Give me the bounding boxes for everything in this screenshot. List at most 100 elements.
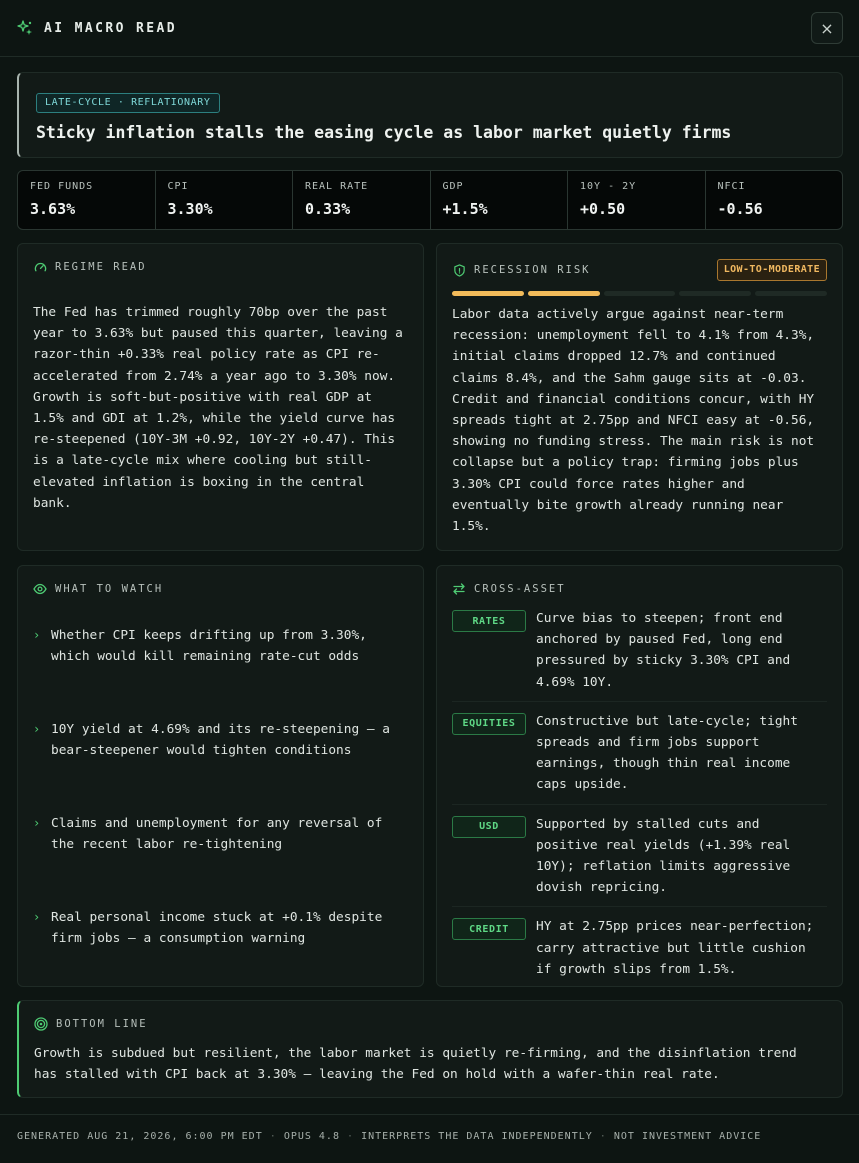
list-item: › 10Y yield at 4.69% and its re-steepeni… [33,719,408,813]
what-to-watch-card: WHAT TO WATCH › Whether CPI keeps drifti… [17,565,424,987]
text-line: 10Y); reflation limits aggressive [536,859,791,875]
text-line: firm jobs — a consumption warning [51,931,306,947]
text-line: carry attractive but little cushion [536,940,806,956]
close-icon: × [820,18,834,38]
card-title: WHAT TO WATCH [55,583,164,595]
metric-value: 0.33% [305,200,351,218]
text-line: Credit and financial conditions concur, … [452,391,815,407]
text-line: which would kill remaining rate-cut odds [51,649,360,665]
text-line: Growth is soft-but-positive with real GD… [33,389,372,405]
chevron-right-icon: › [33,910,41,924]
metrics-strip: FED FUNDS 3.63% CPI 3.30% REAL RATE 0.33… [17,170,843,230]
text-line: claims 8.4%, and the Sahm gauge sits at … [452,370,807,386]
cross-asset-card: CROSS-ASSET RATES Curve bias to steepen;… [436,565,843,987]
text-line: 4.69% 10Y. [536,674,614,690]
text-line: has stalled with CPI back at 3.30% — lea… [34,1067,720,1083]
card-title: REGIME READ [55,261,147,273]
generated-timestamp: GENERATED AUG 21, 2026, 6:00 PM EDT [17,1131,263,1142]
text-line: elevated inflation is boxing in the cent… [33,474,365,490]
text-line: spreads and firm jobs support [536,735,760,751]
text-line: Growth is subdued but resilient, the lab… [34,1046,797,1061]
text-line: positive real yields (+1.39% real [536,837,791,853]
risk-meter-segment [679,291,752,296]
footer-separator: · [347,1131,355,1142]
text-line: bank. [33,495,72,511]
footer-separator: · [599,1131,607,1142]
text-line: recession: unemployment fell to 4.1% fro… [452,328,815,344]
bottom-line-text: Growth is subdued but resilient, the lab… [34,1043,827,1085]
metric-cpi: CPI 3.30% [156,171,293,229]
card-title: BOTTOM LINE [56,1018,148,1030]
watch-list: › Whether CPI keeps drifting up from 3.3… [33,625,408,1001]
text-line: re-steepened (10Y-3M +0.92, 10Y-2Y +0.47… [33,432,396,448]
card-header: CROSS-ASSET [452,582,827,596]
metric-label: FED FUNDS [30,181,94,192]
model-name: OPUS 4.8 [283,1131,340,1142]
footer-separator: · [269,1131,277,1142]
list-item: › Claims and unemployment for any revers… [33,813,408,907]
text-line: Labor data actively argue against near-t… [452,307,784,322]
text-line: Claims and unemployment for any reversal… [51,816,383,831]
recession-risk-card: RECESSION RISK LOW-TO-MODERATE Labor dat… [436,243,843,551]
chevron-right-icon: › [33,816,41,830]
card-title: CROSS-ASSET [474,583,566,595]
card-title: RECESSION RISK [474,264,591,276]
asset-row-usd: USD Supported by stalled cuts and positi… [452,814,827,908]
risk-meter-segment [603,291,676,296]
text-line: razor-thin +0.33% real policy rate as CP… [33,347,380,363]
asset-row-equities: EQUITIES Constructive but late-cycle; ti… [452,711,827,805]
footer-note: INTERPRETS THE DATA INDEPENDENTLY [361,1131,593,1142]
text-line: 3.30% CPI could force rates higher and [452,476,745,492]
risk-meter-segment [452,291,524,296]
text-line: HY at 2.75pp prices near-perfection; [536,919,814,935]
text-line: dovish repricing. [536,880,667,896]
risk-meter [452,291,827,296]
metric-value: +1.5% [442,200,488,218]
asset-row-rates: RATES Curve bias to steepen; front end a… [452,608,827,702]
metric-value: 3.30% [167,200,213,218]
metric-gdp: GDP +1.5% [431,171,568,229]
metric-fed-funds: FED FUNDS 3.63% [18,171,156,229]
panel-header: AI MACRO READ × [0,0,859,57]
text-line: pressured by sticky 3.30% CPI and [536,653,791,669]
regime-read-card: REGIME READ The Fed has trimmed roughly … [17,243,424,551]
text-line: spreads tight at 2.75pp and NFCI easy at… [452,413,815,429]
text-line: if growth slips from 1.5%. [536,961,737,977]
target-icon [34,1017,48,1031]
asset-tag: EQUITIES [452,712,526,735]
text-line: Curve bias to steepen; front end [536,611,783,626]
list-item: › Whether CPI keeps drifting up from 3.3… [33,625,408,719]
text-line: anchored by paused Fed, long end [536,632,783,648]
regime-read-text: The Fed has trimmed roughly 70bp over th… [33,302,408,514]
arrows-swap-icon [452,582,466,596]
risk-meter-segment [527,291,600,296]
eye-icon [33,582,47,596]
panel-footer: GENERATED AUG 21, 2026, 6:00 PM EDT · OP… [0,1114,859,1163]
asset-tag: CREDIT [452,918,526,941]
shield-icon [452,263,466,277]
metric-label: CPI [167,181,189,192]
metric-label: REAL RATE [305,181,369,192]
card-header: REGIME READ [33,260,408,274]
metric-label: NFCI [717,181,746,192]
card-title-group: RECESSION RISK [452,263,591,277]
regime-tag: LATE-CYCLE · REFLATIONARY [36,93,220,113]
asset-list: RATES Curve bias to steepen; front end a… [452,608,827,988]
bottom-line-card: BOTTOM LINE Growth is subdued but resili… [17,1000,843,1098]
text-line: earnings, though thin real income [536,756,791,772]
metric-label: 10Y - 2Y [580,181,637,192]
chevron-right-icon: › [33,722,41,736]
metric-label: GDP [442,181,464,192]
sparkle-icon [16,19,34,37]
text-line: 1.5%. [452,519,491,535]
card-header: RECESSION RISK LOW-TO-MODERATE [452,259,827,281]
text-line: collapse but a policy trap: firming jobs… [452,455,799,471]
text-line: Constructive but late-cycle; tight [536,713,798,729]
text-line: initial claims dropped 12.7% and continu… [452,349,776,365]
headline-text: Sticky inflation stalls the easing cycle… [36,123,732,142]
card-header: WHAT TO WATCH [33,582,408,596]
asset-tag: RATES [452,610,526,632]
close-button[interactable]: × [811,12,843,44]
text-line: 1.5% and GDI at 1.2%, while the yield cu… [33,411,396,427]
text-line: Supported by stalled cuts and [536,816,760,832]
